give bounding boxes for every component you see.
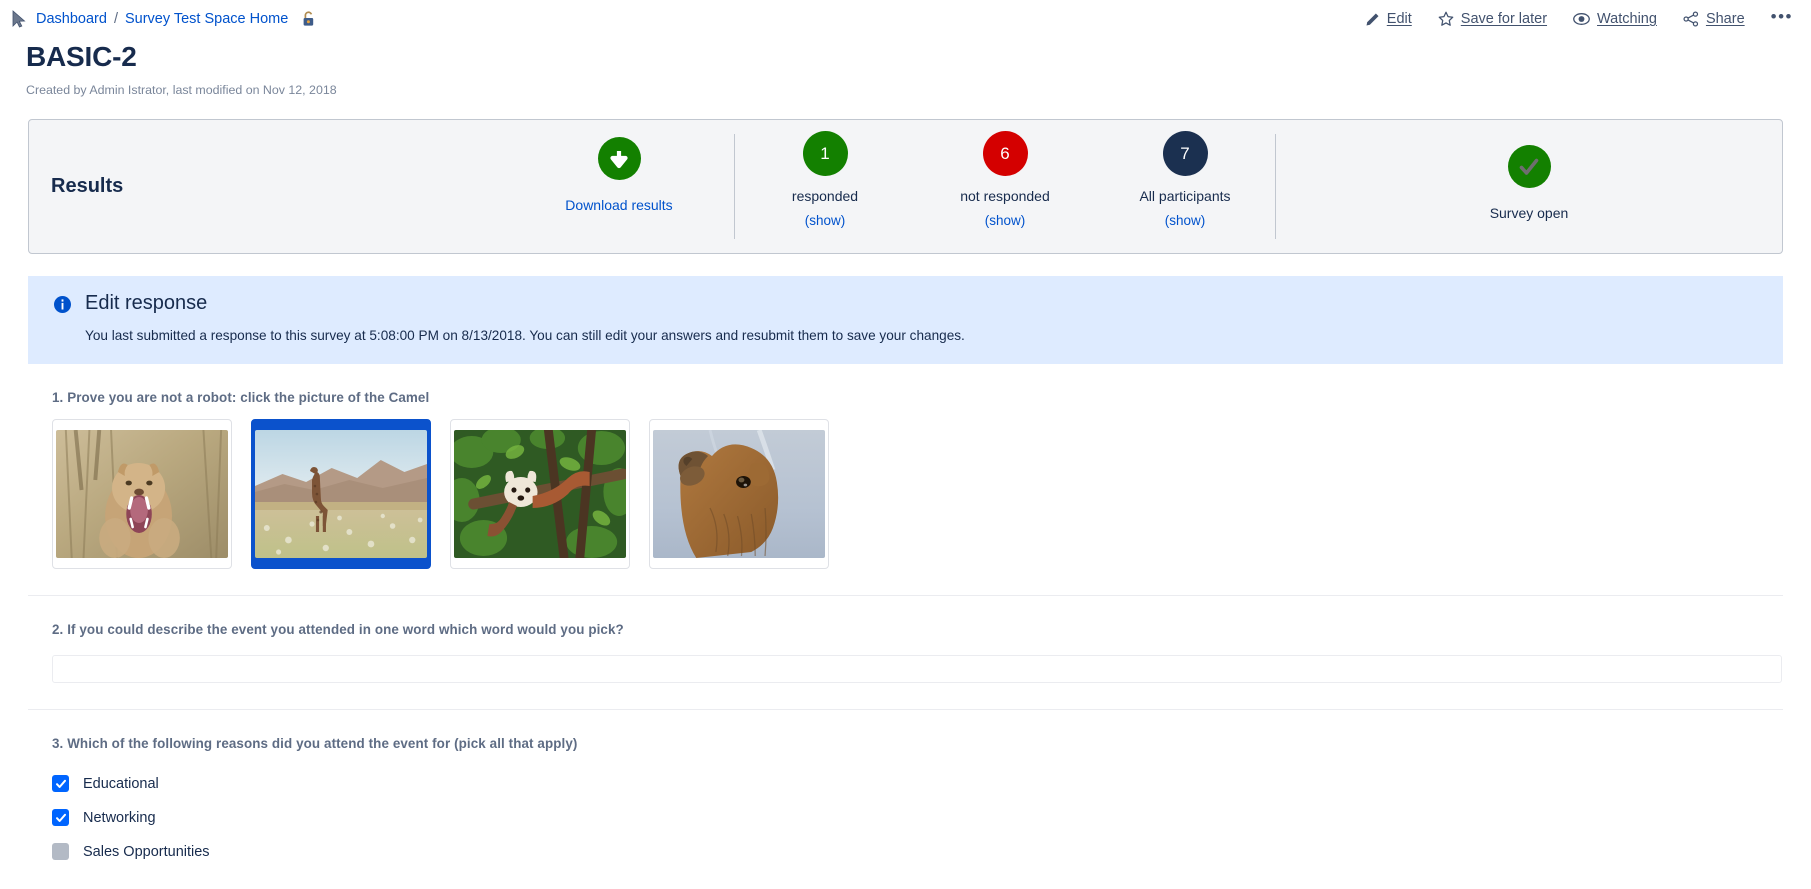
stat-all-participants-show-link[interactable]: (show) xyxy=(1165,213,1206,228)
survey-status-section: Survey open xyxy=(1276,120,1782,253)
stat-all-participants-label: All participants xyxy=(1139,188,1231,204)
banner-title: Edit response xyxy=(85,292,208,314)
breadcrumb: Dashboard / Survey Test Space Home xyxy=(12,10,317,28)
more-actions-icon[interactable]: ••• xyxy=(1771,7,1793,32)
eye-icon xyxy=(1573,12,1590,26)
red-panda-photo xyxy=(454,429,626,558)
download-results-section[interactable]: Download results xyxy=(504,120,734,253)
checkbox-educational[interactable] xyxy=(52,775,69,793)
watching-button[interactable]: Watching xyxy=(1573,11,1657,27)
stat-not-responded-label: not responded xyxy=(960,188,1050,204)
breadcrumb-separator: / xyxy=(113,11,118,27)
checkbox-row-educational[interactable]: Educational xyxy=(52,767,1783,801)
stat-responded-count: 1 xyxy=(802,131,848,176)
question-2-text-input[interactable] xyxy=(52,654,1782,683)
survey-form: 1. Prove you are not a robot: click the … xyxy=(28,364,1783,869)
save-for-later-button[interactable]: Save for later xyxy=(1438,11,1547,27)
stat-not-responded-count: 6 xyxy=(982,131,1028,176)
breadcrumb-link-space-home[interactable]: Survey Test Space Home xyxy=(125,11,288,27)
save-for-later-label: Save for later xyxy=(1460,11,1548,27)
edit-label: Edit xyxy=(1386,11,1412,27)
stat-responded-show-link[interactable]: (show) xyxy=(805,213,846,228)
share-button[interactable]: Share xyxy=(1683,11,1745,27)
checkbox-row-sales-opportunities[interactable]: Sales Opportunities xyxy=(52,835,1783,869)
question-1-text: 1. Prove you are not a robot: click the … xyxy=(52,389,430,405)
breadcrumb-link-dashboard[interactable]: Dashboard xyxy=(36,11,107,27)
download-arrow-icon[interactable] xyxy=(597,137,641,180)
question-1-options xyxy=(52,418,1783,569)
top-actions: Edit Save for later Watching Share ••• xyxy=(1365,7,1793,32)
image-option-giraffe[interactable] xyxy=(251,418,431,569)
edit-response-banner: Edit response You last submitted a respo… xyxy=(28,276,1783,364)
download-results-link[interactable]: Download results xyxy=(565,197,672,213)
question-3-text: 3. Which of the following reasons did yo… xyxy=(52,735,578,751)
question-2-text: 2. If you could describe the event you a… xyxy=(52,621,624,637)
question-3-options: Educational Networking Sales Opportuniti… xyxy=(52,767,1783,869)
page-metadata: Created by Admin Istrator, last modified… xyxy=(26,83,337,97)
pencil-icon xyxy=(1365,12,1380,27)
checkbox-networking[interactable] xyxy=(52,809,69,827)
check-mark-icon xyxy=(1507,145,1551,188)
image-option-lion[interactable] xyxy=(52,418,232,569)
camel-photo xyxy=(653,429,825,558)
banner-text: You last submitted a response to this su… xyxy=(85,328,965,343)
checkbox-label-sales-opportunities: Sales Opportunities xyxy=(83,843,210,860)
question-1: 1. Prove you are not a robot: click the … xyxy=(28,364,1783,569)
survey-status-label: Survey open xyxy=(1489,205,1569,221)
edit-button[interactable]: Edit xyxy=(1365,11,1412,27)
giraffe-photo xyxy=(255,429,427,558)
page-header: BASIC-2 Created by Admin Istrator, last … xyxy=(0,41,1811,97)
watching-label: Watching xyxy=(1597,11,1657,27)
results-stats: 1 responded (show) 6 not responded (show… xyxy=(735,120,1275,253)
question-3: 3. Which of the following reasons did yo… xyxy=(28,710,1783,869)
page-title: BASIC-2 xyxy=(26,41,137,72)
question-2: 2. If you could describe the event you a… xyxy=(28,596,1783,683)
stat-responded: 1 responded (show) xyxy=(735,131,915,228)
results-heading: Results xyxy=(51,175,124,197)
mouse-cursor-icon xyxy=(12,10,26,28)
unlocked-padlock-icon[interactable] xyxy=(301,10,317,28)
checkbox-label-educational: Educational xyxy=(83,775,159,792)
share-label: Share xyxy=(1705,11,1745,27)
stat-not-responded: 6 not responded (show) xyxy=(915,131,1095,228)
results-panel: Results Download results 1 responded (sh… xyxy=(28,119,1783,254)
banner-body: Edit response You last submitted a respo… xyxy=(85,292,965,346)
checkbox-row-networking[interactable]: Networking xyxy=(52,801,1783,835)
top-bar: Dashboard / Survey Test Space Home Edit … xyxy=(0,0,1811,38)
checkbox-sales-opportunities[interactable] xyxy=(52,843,69,861)
stat-all-participants: 7 All participants (show) xyxy=(1095,131,1275,228)
star-icon xyxy=(1438,11,1454,27)
lion-photo xyxy=(56,429,228,558)
share-icon xyxy=(1683,11,1699,27)
info-icon xyxy=(54,292,71,346)
checkbox-label-networking: Networking xyxy=(83,809,156,826)
image-option-camel[interactable] xyxy=(649,418,829,569)
stat-all-participants-count: 7 xyxy=(1162,131,1208,176)
image-option-red-panda[interactable] xyxy=(450,418,630,569)
stat-responded-label: responded xyxy=(791,188,859,204)
stat-not-responded-show-link[interactable]: (show) xyxy=(985,213,1026,228)
